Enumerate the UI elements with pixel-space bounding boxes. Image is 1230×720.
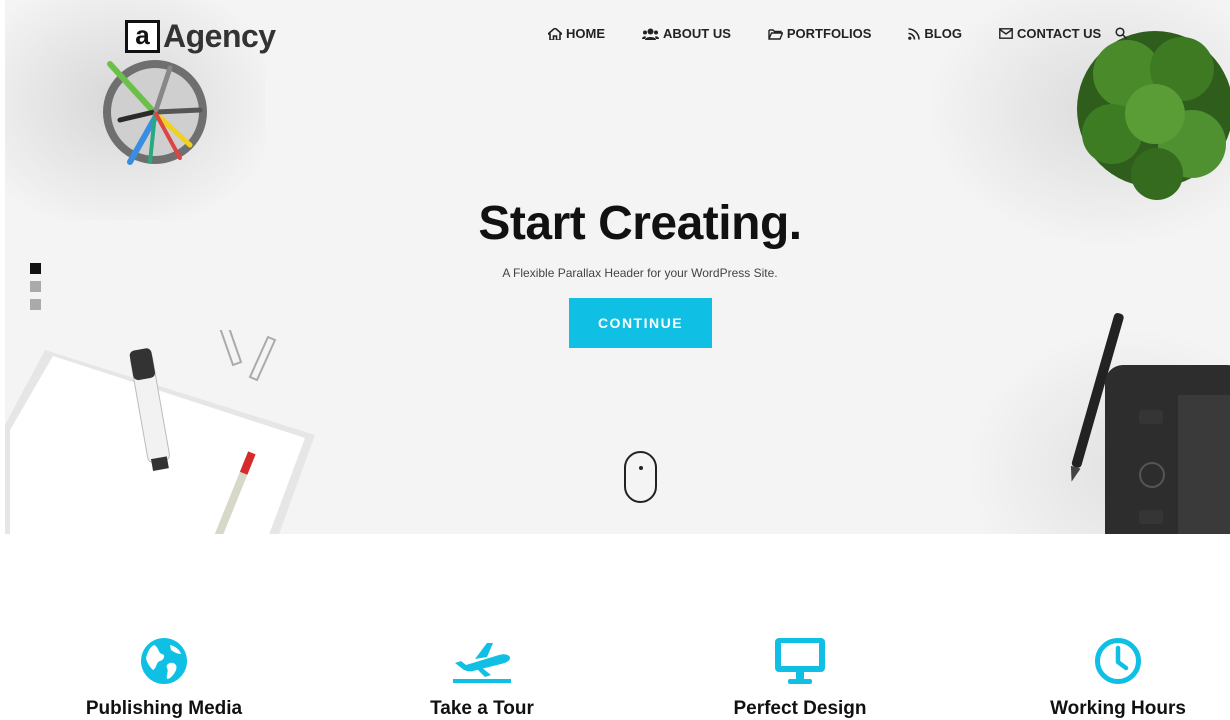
nav-item-label: HOME xyxy=(566,26,605,41)
hero-title: Start Creating. xyxy=(478,197,802,250)
nav-item-label: BLOG xyxy=(924,26,962,41)
logo-text: Agency xyxy=(163,18,276,54)
slider-dot-3[interactable] xyxy=(30,299,41,310)
clock-icon xyxy=(1095,638,1141,684)
envelope-icon xyxy=(999,28,1013,39)
folder-icon xyxy=(768,28,783,40)
hero-subtitle: A Flexible Parallax Header for your Word… xyxy=(502,266,778,280)
users-icon xyxy=(642,28,659,40)
scroll-down-mouse-icon[interactable] xyxy=(624,451,657,503)
nav-item-blog[interactable]: BLOG xyxy=(908,26,962,41)
home-icon xyxy=(548,27,562,40)
nav-item-portfolios[interactable]: PORTFOLIOS xyxy=(768,26,872,41)
logo-mark: a xyxy=(125,20,160,53)
nav-item-home[interactable]: HOME xyxy=(548,26,605,41)
feature-publishing-media: Publishing Media xyxy=(34,636,294,720)
monitor-icon xyxy=(775,638,825,684)
feature-title: Perfect Design xyxy=(733,698,867,719)
feature-title: Publishing Media xyxy=(85,698,243,719)
rss-icon xyxy=(908,27,921,40)
slider-dot-2[interactable] xyxy=(30,281,41,292)
continue-button[interactable]: CONTINUE xyxy=(569,298,712,348)
nav-item-contact-us[interactable]: CONTACT US xyxy=(999,26,1101,41)
search-icon[interactable] xyxy=(1115,27,1127,39)
feature-working-hours: Working Hours xyxy=(988,636,1230,720)
slider-dot-1[interactable] xyxy=(30,263,41,274)
nav-item-about-us[interactable]: ABOUT US xyxy=(642,26,731,41)
nav-item-label: PORTFOLIOS xyxy=(786,26,872,41)
feature-perfect-design: Perfect Design xyxy=(670,636,930,720)
nav-item-label: ABOUT US xyxy=(663,26,731,41)
paper-stack-image xyxy=(5,330,315,534)
feature-take-a-tour: Take a Tour xyxy=(352,636,612,720)
globe-icon xyxy=(141,638,187,684)
main-nav: HOME ABOUT US PORTFOLIOS BLOG CONTACT US xyxy=(548,26,1138,41)
nav-item-label: CONTACT US xyxy=(1016,26,1102,41)
pen-cup-image xyxy=(103,60,207,165)
plant-image xyxy=(1077,31,1230,200)
mouse-wheel xyxy=(639,466,643,470)
hero-section: a Agency HOME ABOUT US PORTFOLIOS BLOG C… xyxy=(5,0,1230,534)
slider-pagination xyxy=(30,263,41,317)
site-logo[interactable]: a Agency xyxy=(125,18,276,55)
feature-title: Take a Tour xyxy=(430,698,534,719)
feature-title: Working Hours xyxy=(1050,698,1186,719)
drawing-tablet-image xyxy=(1070,313,1230,534)
airplane-icon xyxy=(453,643,511,683)
